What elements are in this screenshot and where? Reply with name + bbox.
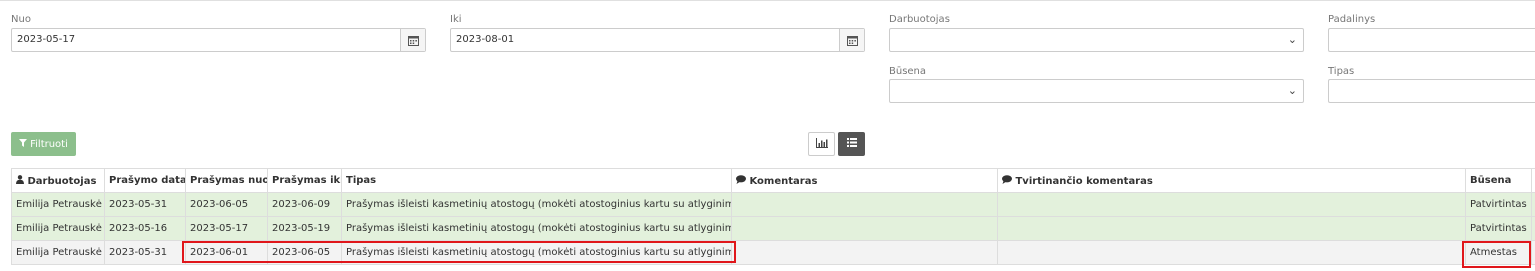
cell-prasymo-data: 2023-05-31 xyxy=(104,240,186,265)
cell-darbuotojas: Emilija Petrauskė xyxy=(11,240,105,265)
col-header-label: Komentaras xyxy=(749,175,818,187)
iki-label: Iki xyxy=(450,14,462,25)
cell-prasymas-iki: 2023-05-19 xyxy=(267,216,342,241)
chevron-down-icon: ⌄ xyxy=(1287,33,1297,46)
col-header-busena[interactable]: Būsena xyxy=(1465,168,1532,193)
col-header-prasymo-data[interactable]: Prašymo data xyxy=(104,168,186,193)
chevron-down-icon: ⌄ xyxy=(1287,84,1297,97)
darbuotojas-label: Darbuotojas xyxy=(889,14,950,25)
cell-busena: Patvirtintas xyxy=(1465,216,1532,241)
tipas-select[interactable] xyxy=(1328,79,1535,103)
col-header-prasymas-nuo[interactable]: Prašymas nuo xyxy=(185,168,268,193)
busena-label: Būsena xyxy=(889,66,927,77)
cell-darbuotojas: Emilija Petrauskė xyxy=(11,192,105,217)
filter-icon xyxy=(19,138,28,150)
requests-table: Darbuotojas Prašymo data Prašymas nuo Pr… xyxy=(11,168,1535,265)
iki-date-field[interactable]: 2023-08-01 xyxy=(450,28,865,52)
table-header-row: Darbuotojas Prašymo data Prašymas nuo Pr… xyxy=(11,168,1535,193)
cell-busena: Atmestas xyxy=(1465,240,1532,265)
chart-view-button[interactable] xyxy=(808,132,835,156)
cell-prasymo-data: 2023-05-31 xyxy=(104,192,186,217)
comment-icon xyxy=(736,174,746,187)
user-icon xyxy=(16,174,24,187)
nuo-date-value: 2023-05-17 xyxy=(17,34,76,45)
col-header-label: Darbuotojas xyxy=(27,175,97,187)
cell-prasymas-iki: 2023-06-05 xyxy=(267,240,342,265)
cell-prasymas-iki: 2023-06-09 xyxy=(267,192,342,217)
padalinys-label: Padalinys xyxy=(1328,14,1376,25)
col-header-tvirtinancio-komentaras[interactable]: Tvirtinančio komentaras xyxy=(997,168,1466,193)
cell-prasymo-data: 2023-05-16 xyxy=(104,216,186,241)
list-icon xyxy=(846,138,857,150)
bar-chart-icon xyxy=(815,137,828,151)
cell-prasymas-nuo: 2023-06-01 xyxy=(185,240,268,265)
table-row[interactable]: Emilija Petrauskė 2023-05-16 2023-05-17 … xyxy=(11,216,1535,241)
cell-komentaras xyxy=(731,216,998,241)
iki-date-value: 2023-08-01 xyxy=(456,34,515,45)
cell-overflow xyxy=(1531,192,1535,217)
col-header-overflow xyxy=(1531,168,1535,193)
table-row[interactable]: Emilija Petrauskė 2023-05-31 2023-06-05 … xyxy=(11,192,1535,217)
cell-prasymas-nuo: 2023-06-05 xyxy=(185,192,268,217)
cell-komentaras xyxy=(731,192,998,217)
list-view-button[interactable] xyxy=(838,132,865,156)
filter-button-label: Filtruoti xyxy=(30,138,68,150)
tipas-label: Tipas xyxy=(1328,66,1355,77)
cell-komentaras xyxy=(731,240,998,265)
top-divider xyxy=(0,0,1535,1)
cell-overflow xyxy=(1531,216,1535,241)
calendar-icon[interactable] xyxy=(839,29,864,51)
cell-tipas: Prašymas išleisti kasmetinių atostogų (m… xyxy=(341,240,732,265)
nuo-date-field[interactable]: 2023-05-17 xyxy=(11,28,426,52)
cell-tvirtinancio-komentaras xyxy=(997,216,1466,241)
cell-overflow xyxy=(1531,240,1535,265)
darbuotojas-select[interactable]: ⌄ xyxy=(889,28,1304,52)
cell-tipas: Prašymas išleisti kasmetinių atostogų (m… xyxy=(341,192,732,217)
busena-select[interactable]: ⌄ xyxy=(889,79,1304,103)
table-row[interactable]: Emilija Petrauskė 2023-05-31 2023-06-01 … xyxy=(11,240,1535,265)
padalinys-select[interactable] xyxy=(1328,28,1535,52)
cell-tvirtinancio-komentaras xyxy=(997,240,1466,265)
cell-darbuotojas: Emilija Petrauskė xyxy=(11,216,105,241)
cell-tvirtinancio-komentaras xyxy=(997,192,1466,217)
comment-icon xyxy=(1002,174,1012,187)
nuo-label: Nuo xyxy=(11,14,31,25)
col-header-tipas[interactable]: Tipas xyxy=(341,168,732,193)
cell-busena: Patvirtintas xyxy=(1465,192,1532,217)
col-header-label: Tvirtinančio komentaras xyxy=(1015,175,1153,187)
cell-prasymas-nuo: 2023-05-17 xyxy=(185,216,268,241)
col-header-prasymas-iki[interactable]: Prašymas iki xyxy=(267,168,342,193)
col-header-komentaras[interactable]: Komentaras xyxy=(731,168,998,193)
col-header-darbuotojas[interactable]: Darbuotojas xyxy=(11,168,105,193)
filter-button[interactable]: Filtruoti xyxy=(11,132,76,156)
cell-tipas: Prašymas išleisti kasmetinių atostogų (m… xyxy=(341,216,732,241)
calendar-icon[interactable] xyxy=(400,29,425,51)
